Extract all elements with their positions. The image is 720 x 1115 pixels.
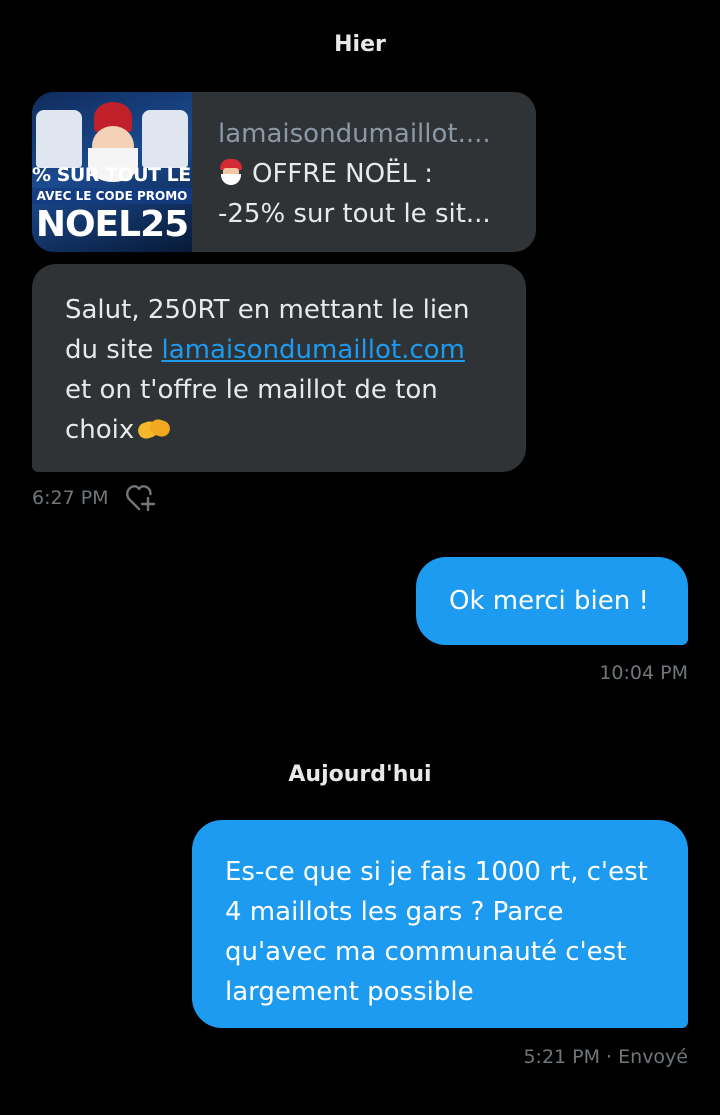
message-timestamp: 6:27 PM xyxy=(32,487,109,509)
message-timestamp: 5:21 PM xyxy=(523,1046,601,1068)
outgoing-message-timestamp: 10:04 PM xyxy=(599,662,688,684)
santa-emoji-icon xyxy=(218,159,244,185)
date-separator-today: Aujourd'hui xyxy=(288,762,432,787)
date-separator-yesterday: Hier xyxy=(334,32,386,57)
link-preview-card[interactable]: % SUR TOUT LE S AVEC LE CODE PROMO NOEL2… xyxy=(32,92,536,252)
outgoing-message-bubble[interactable]: Ok merci bien ! xyxy=(416,557,688,645)
message-status: Envoyé xyxy=(618,1046,688,1068)
thumbnail-text-2: AVEC LE CODE PROMO xyxy=(32,188,192,204)
link-preview-domain: lamaisondumaillot.... xyxy=(218,119,491,149)
thumbnail-text-1: % SUR TOUT LE S xyxy=(32,164,192,186)
meta-separator: · xyxy=(600,1046,619,1068)
link-preview-title: OFFRE NOËL : xyxy=(252,159,433,189)
outgoing-message-meta: 5:21 PM · Envoyé xyxy=(523,1046,688,1068)
outgoing-message-bubble-2[interactable]: Es-ce que si je fais 1000 rt, c'est 4 ma… xyxy=(192,820,688,1028)
link-preview-text: lamaisondumaillot.... OFFRE NOËL : -25% … xyxy=(218,114,528,234)
jersey-image-left xyxy=(36,110,82,168)
link-preview-title-row: OFFRE NOËL : xyxy=(218,154,528,194)
link-preview-description: -25% sur tout le sit... xyxy=(218,199,491,229)
add-reaction-icon[interactable] xyxy=(125,483,157,513)
jersey-image-right xyxy=(142,110,188,168)
thumbnail-text-3: NOEL25 xyxy=(35,204,189,245)
incoming-message-meta: 6:27 PM xyxy=(32,484,157,512)
link-preview-thumbnail: % SUR TOUT LE S AVEC LE CODE PROMO NOEL2… xyxy=(32,92,192,252)
handshake-emoji-icon xyxy=(136,416,173,442)
message-link[interactable]: lamaisondumaillot.com xyxy=(161,335,464,365)
message-text-continued: et on t'offre le maillot de ton choix xyxy=(65,375,438,445)
incoming-message-bubble[interactable]: Salut, 250RT en mettant le lien du site … xyxy=(32,264,526,472)
